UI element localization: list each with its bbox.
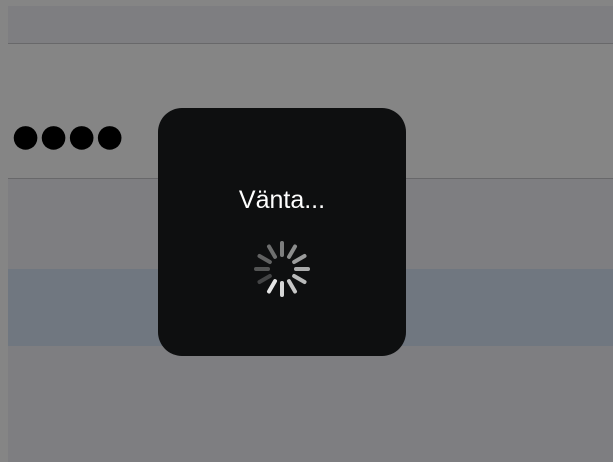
spinner-spoke [266,243,278,260]
spinner-spoke [291,273,308,285]
spinner-spoke [286,278,298,295]
app-screen: ●●●● Vänta... [0,0,613,462]
hud-label: Vänta... [238,186,326,214]
spinner-spoke [280,241,284,257]
spinner-spoke [294,267,310,271]
spinner-spoke [254,267,270,271]
spinner-spoke [280,281,284,297]
activity-spinner-icon [252,239,312,299]
spinner-spoke [291,253,308,265]
spinner-spoke [266,278,278,295]
spinner-spoke [256,253,273,265]
progress-hud: Vänta... [158,108,406,356]
